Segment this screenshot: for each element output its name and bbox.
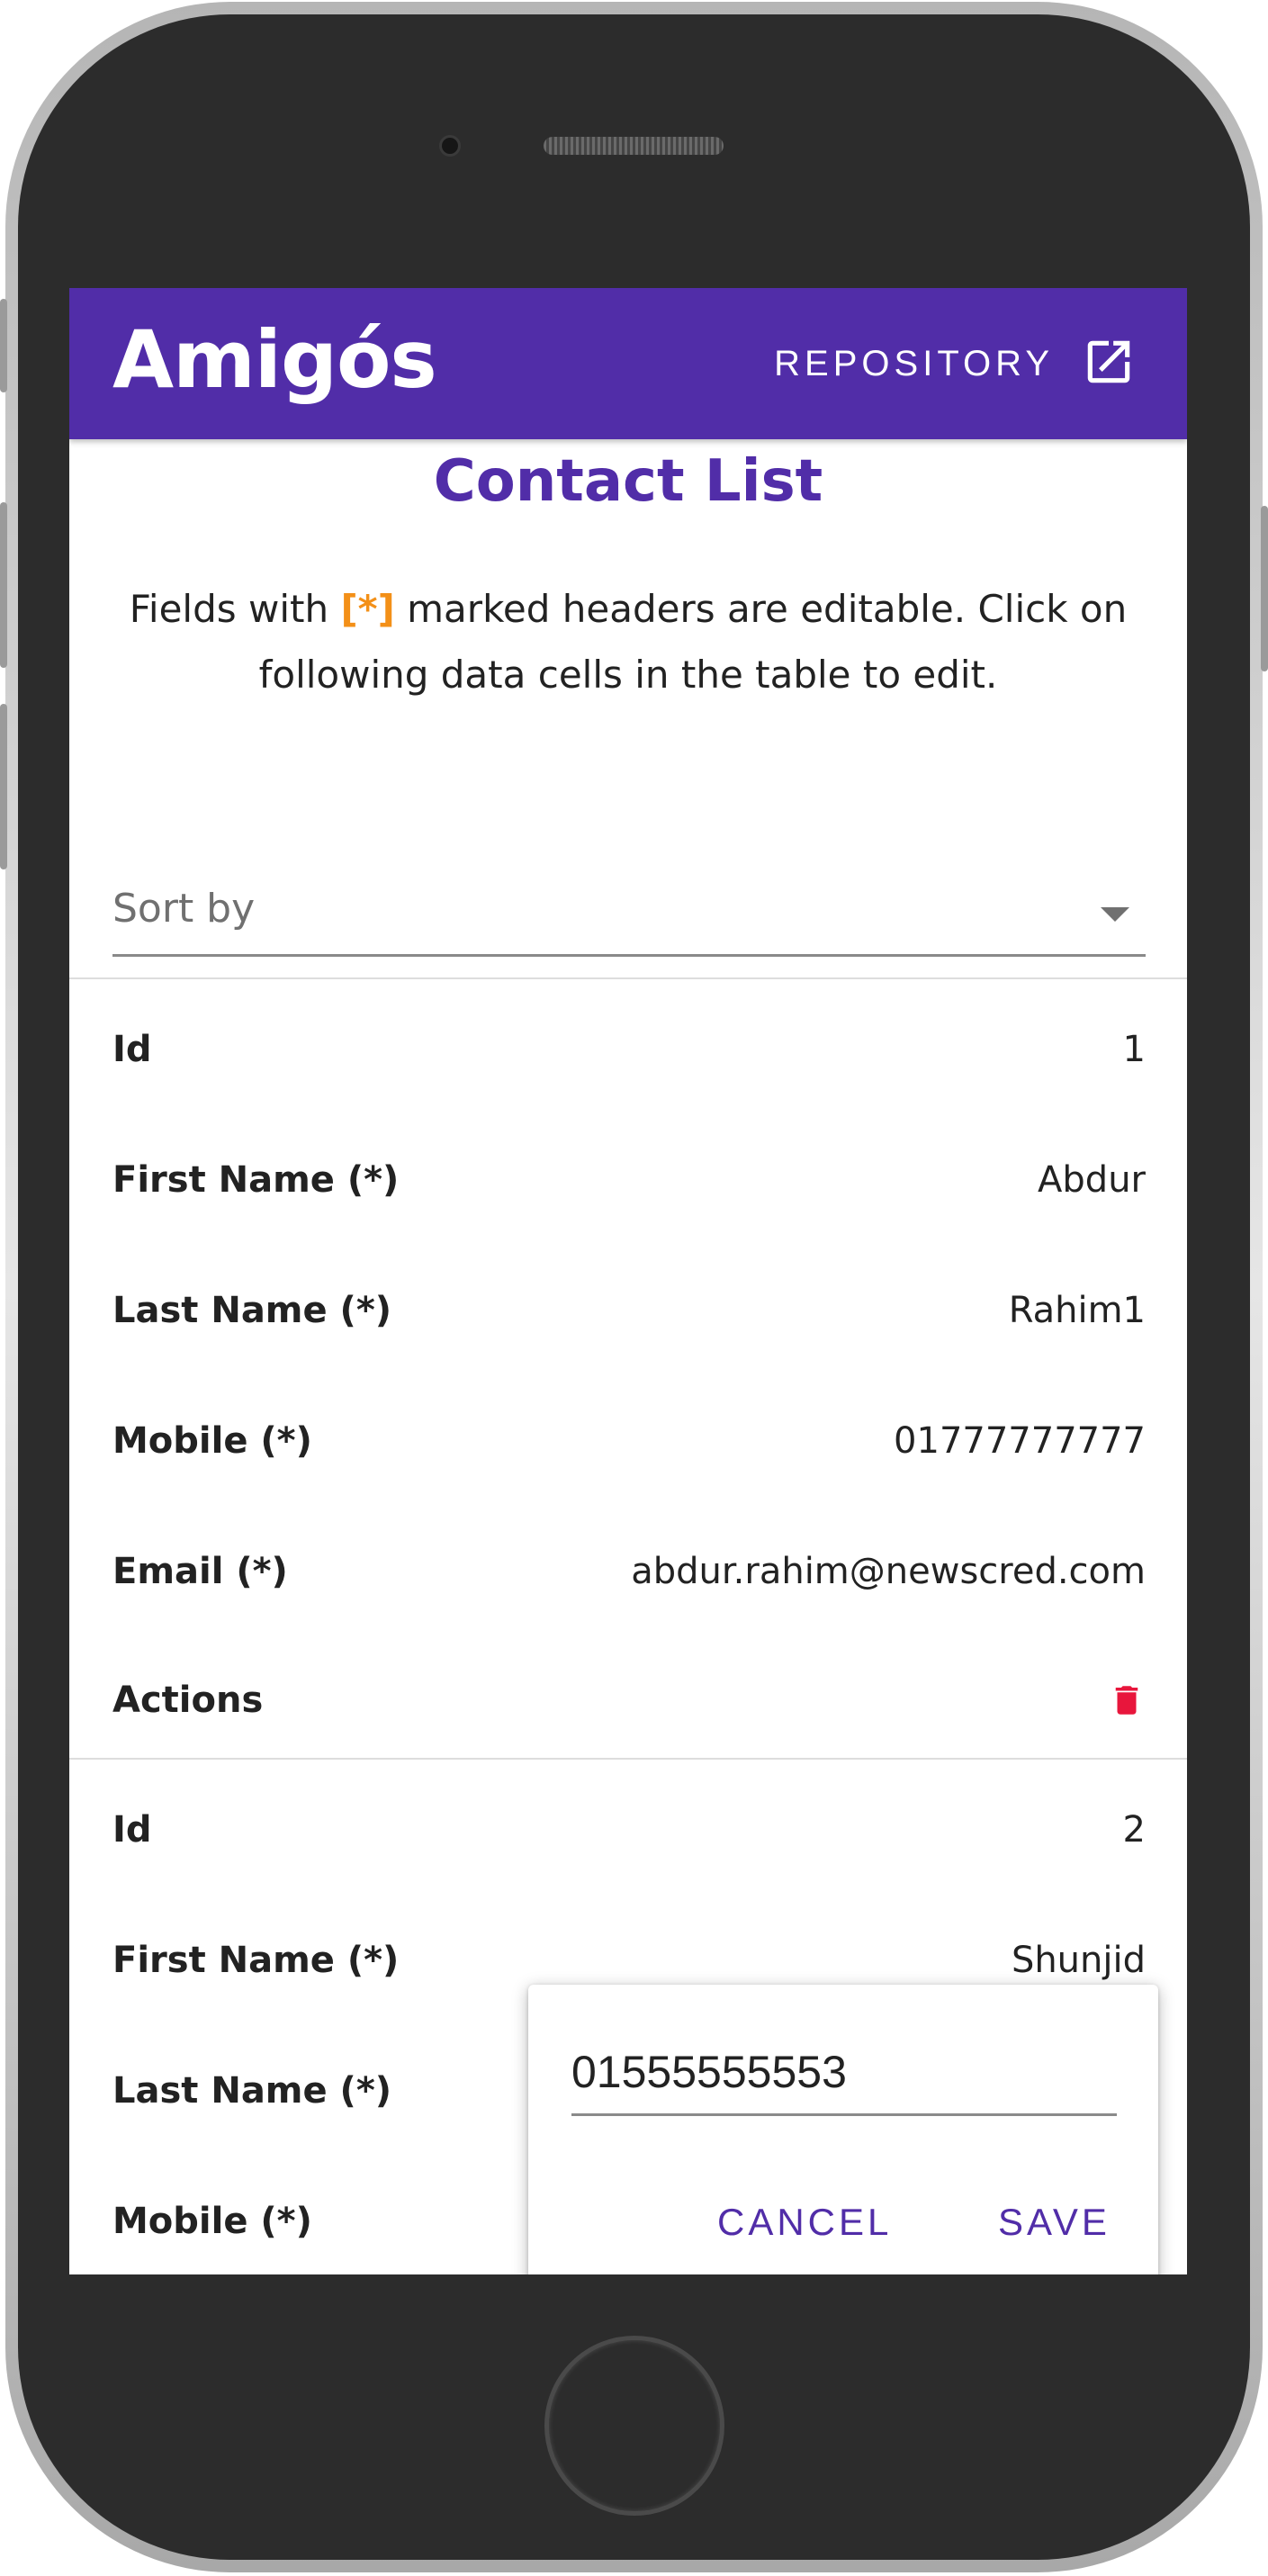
app-screen: Amigós REPOSITORY Contact List Fields wi… [69,288,1187,2274]
contact-record: Id 1 First Name (*) Abdur Last Name (*) … [69,977,1187,1753]
save-button[interactable]: SAVE [998,2201,1111,2244]
app-title: Amigós [112,313,437,406]
volume-up-button [0,502,7,668]
dropdown-arrow-icon [1101,907,1129,922]
app-bar: Amigós REPOSITORY [69,288,1187,439]
first-name-header: First Name (*) [112,1940,400,1981]
mute-switch [0,299,7,392]
last-name-header: Last Name (*) [112,1290,392,1331]
last-name-cell[interactable]: Rahim1 [1009,1290,1146,1331]
trash-icon[interactable] [1108,1681,1146,1719]
editable-marker: [*] [340,587,395,631]
row-actions: Actions [112,1664,1146,1736]
front-camera [439,135,461,157]
repository-label: REPOSITORY [774,343,1054,383]
sort-by-select[interactable]: Sort by [112,864,1146,957]
mobile-header: Mobile (*) [112,1420,312,1462]
mobile-header: Mobile (*) [112,2201,312,2242]
id-header: Id [112,1809,152,1851]
volume-down-button [0,704,7,869]
actions-header: Actions [112,1680,264,1721]
email-header: Email (*) [112,1551,288,1592]
page-title: Contact List [433,448,823,515]
edit-popover: CANCEL SAVE [528,1985,1158,2274]
id-header: Id [112,1029,152,1070]
row-id: Id 2 [112,1794,1146,1866]
home-button[interactable] [544,2336,724,2516]
first-name-cell[interactable]: Shunjid [1012,1940,1146,1981]
first-name-cell[interactable]: Abdur [1038,1159,1146,1201]
row-mobile: Mobile (*) 01777777777 [112,1405,1146,1477]
row-email: Email (*) abdur.rahim@newscred.com [112,1536,1146,1608]
row-first-name: First Name (*) Abdur [112,1144,1146,1216]
repository-link[interactable]: REPOSITORY [774,335,1137,392]
row-last-name: Last Name (*) Rahim1 [112,1274,1146,1347]
id-value: 1 [1122,1029,1146,1070]
row-id: Id 1 [112,1013,1146,1085]
id-value: 2 [1122,1809,1146,1851]
earpiece-speaker [544,137,724,155]
power-button [1261,506,1268,671]
intro-text: Fields with [*] marked headers are edita… [105,576,1151,707]
edit-value-input[interactable] [571,2030,1117,2116]
cancel-button[interactable]: CANCEL [717,2201,892,2244]
mobile-cell[interactable]: 01777777777 [894,1420,1146,1462]
first-name-header: First Name (*) [112,1159,400,1201]
open-in-new-icon [1081,334,1137,393]
intro-text-start: Fields with [129,587,341,631]
sort-by-label: Sort by [112,886,256,932]
last-name-header: Last Name (*) [112,2070,392,2112]
email-cell[interactable]: abdur.rahim@newscred.com [631,1551,1146,1592]
